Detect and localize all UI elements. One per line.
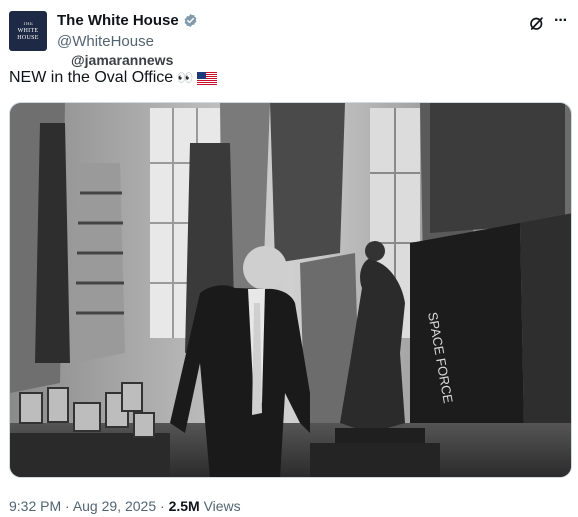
tweet-text-content: NEW in the Oval Office xyxy=(9,69,174,86)
eyes-emoji-icon: 👀 xyxy=(177,70,194,85)
tweet-meta: 9:32 PM · Aug 29, 2025 · 2.5M Views xyxy=(9,498,241,514)
views-count[interactable]: 2.5M xyxy=(169,498,200,514)
tweet-photo[interactable]: SPACE FORCE xyxy=(9,102,572,478)
meta-separator-1: · xyxy=(61,498,73,514)
account-handle[interactable]: @WhiteHouse xyxy=(57,33,154,50)
views-label: Views xyxy=(199,498,241,514)
oval-office-photo-illustration: SPACE FORCE xyxy=(10,103,571,477)
avatar-text-1: THE xyxy=(22,21,34,27)
avatar[interactable]: THE WHITE HOUSE xyxy=(9,11,47,51)
avatar-text-2: WHITE xyxy=(17,27,39,34)
meta-separator-2: · xyxy=(156,498,169,514)
display-name-text: The White House xyxy=(57,12,179,29)
more-icon[interactable]: ··· xyxy=(554,12,568,30)
verified-badge-icon xyxy=(184,13,197,28)
display-name[interactable]: The White House xyxy=(57,12,198,29)
us-flag-icon xyxy=(197,71,218,85)
grok-icon[interactable] xyxy=(528,14,546,32)
watermark-text: @jamarannews xyxy=(71,52,174,68)
tweet-text: NEW in the Oval Office 👀 xyxy=(9,69,218,87)
tweet-date[interactable]: Aug 29, 2025 xyxy=(73,498,156,514)
tweet-time[interactable]: 9:32 PM xyxy=(9,498,61,514)
avatar-text-3: HOUSE xyxy=(17,34,39,41)
